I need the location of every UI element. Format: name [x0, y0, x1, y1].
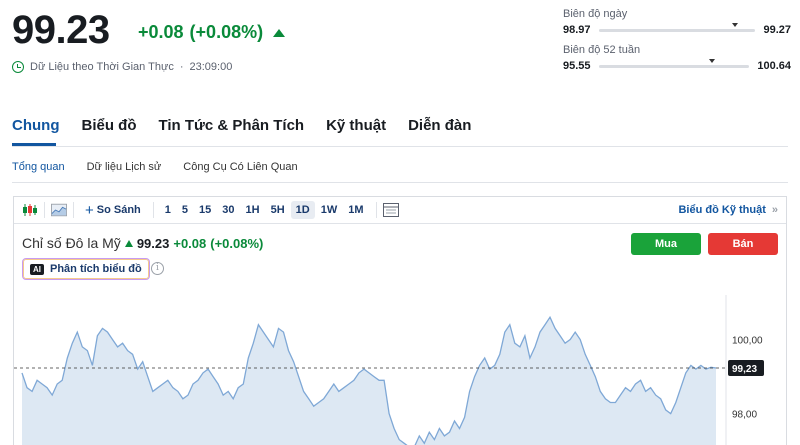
change-percent: (+0.08%) [189, 22, 264, 42]
toolbar-separator [152, 202, 154, 218]
day-range-high: 99.27 [763, 24, 791, 36]
timeframe-1m[interactable]: 1M [343, 201, 368, 219]
week52-range-label: Biên độ 52 tuần [563, 44, 641, 56]
day-range-bar [598, 22, 756, 32]
subtabs-divider [12, 182, 788, 183]
chart-change-percent: (+0.08%) [210, 235, 264, 251]
toolbar-separator [375, 202, 377, 218]
tab-chart[interactable]: Biểu đồ [81, 117, 136, 134]
plus-icon: + [85, 201, 94, 219]
week52-range-marker [708, 58, 715, 63]
candlestick-icon[interactable] [22, 202, 38, 218]
subtab-related-tools[interactable]: Công Cụ Có Liên Quan [183, 161, 297, 173]
buy-button[interactable]: Mua [631, 233, 701, 255]
timeframe-15[interactable]: 15 [194, 201, 216, 219]
ai-chart-analysis-button[interactable]: AI Phân tích biểu đồ [22, 258, 150, 280]
price-change: +0.08 (+0.08%) [138, 22, 286, 43]
timeframe-5h[interactable]: 5H [266, 201, 290, 219]
tabs-divider [12, 146, 788, 147]
toolbar-separator [73, 202, 74, 218]
double-chevron-right-icon: » [771, 204, 778, 216]
chart-price: 99.23 [136, 235, 170, 251]
timeframe-group: 1 5 15 30 1H 5H 1D 1W 1M [160, 201, 370, 219]
y-tick-label: 98,00 [732, 410, 757, 421]
realtime-label: Dữ Liệu theo Thời Gian Thực [30, 61, 174, 73]
ai-badge-icon: AI [30, 263, 44, 275]
chart-change: +0.08 [173, 235, 207, 251]
tab-forum[interactable]: Diễn đàn [408, 117, 471, 134]
timeframe-1h[interactable]: 1H [241, 201, 265, 219]
indicators-icon[interactable] [382, 202, 399, 218]
main-tabs: Chung Biểu đồ Tin Tức & Phân Tích Kỹ thu… [12, 117, 471, 134]
compare-label: So Sánh [96, 204, 141, 216]
toolbar-separator [44, 202, 45, 218]
y-tick-label: 100,00 [732, 335, 763, 346]
chart-widget: + So Sánh 1 5 15 30 1H 5H 1D 1W 1M Biểu đồ Kỹ th… [13, 196, 787, 445]
sell-button[interactable]: Bán [708, 233, 778, 255]
timeframe-1d[interactable]: 1D [290, 201, 315, 219]
compare-button[interactable]: + So Sánh [80, 201, 146, 219]
instrument-name: Chỉ số Đô la Mỹ [22, 235, 121, 251]
day-range: Biên độ ngày 98.97 99.27 [563, 8, 791, 36]
tab-news[interactable]: Tin Tức & Phân Tích [158, 117, 304, 134]
last-price-label: 99,23 [732, 364, 757, 375]
subtab-historical-data[interactable]: Dữ liệu Lịch sử [87, 161, 162, 173]
week52-range-high: 100.64 [757, 60, 791, 72]
timeframe-30[interactable]: 30 [217, 201, 239, 219]
sub-tabs: Tổng quan Dữ liệu Lịch sử Công Cụ Có Liê… [12, 161, 298, 173]
up-arrow-icon [124, 239, 133, 247]
chart-title: Chỉ số Đô la Mỹ 99.23 +0.08 (+0.08%) [22, 235, 263, 251]
clock-icon [12, 61, 24, 73]
price-area [22, 317, 716, 445]
area-chart-icon[interactable] [51, 202, 67, 218]
tech-chart-link[interactable]: Biểu đồ Kỹ thuật » [678, 204, 778, 216]
ai-analysis-label: Phân tích biểu đồ [50, 263, 142, 275]
timeframe-1[interactable]: 1 [160, 201, 176, 219]
tech-chart-label: Biểu đồ Kỹ thuật [678, 204, 766, 216]
week52-range-low: 95.55 [563, 60, 591, 72]
info-icon[interactable]: i [151, 262, 164, 275]
day-range-label: Biên độ ngày [563, 8, 628, 20]
realtime-time: 23:09:00 [189, 61, 233, 73]
timeframe-5[interactable]: 5 [177, 201, 193, 219]
separator-dot: · [179, 61, 184, 73]
realtime-status: Dữ Liệu theo Thời Gian Thực · 23:09:00 [12, 61, 232, 73]
up-arrow-icon [273, 28, 286, 37]
day-range-marker [732, 22, 739, 27]
subtab-overview[interactable]: Tổng quan [12, 161, 65, 173]
tab-technical[interactable]: Kỹ thuật [326, 117, 386, 134]
chart-toolbar: + So Sánh 1 5 15 30 1H 5H 1D 1W 1M Biểu đồ Kỹ th… [14, 197, 786, 224]
price-chart[interactable]: 100,00 98,00 99,23 [14, 295, 786, 445]
tab-overview[interactable]: Chung [12, 117, 59, 134]
price-value: 99.23 [12, 8, 110, 52]
change-value: +0.08 [138, 22, 184, 42]
week52-range-bar [598, 58, 750, 68]
week52-range: Biên độ 52 tuần 95.55 100.64 [563, 44, 791, 72]
day-range-low: 98.97 [563, 24, 591, 36]
last-price-badge: 99,23 [728, 360, 764, 377]
timeframe-1w[interactable]: 1W [316, 201, 343, 219]
